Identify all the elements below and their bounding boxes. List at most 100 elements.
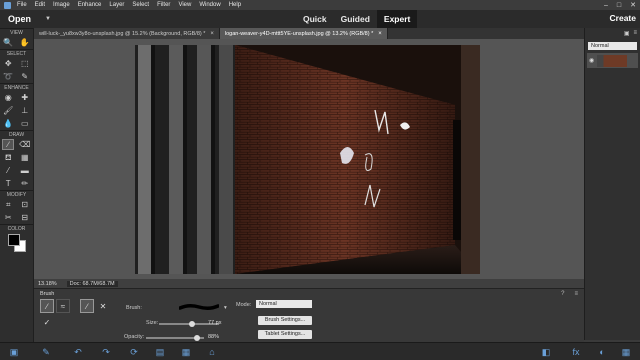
brush-mode-normal-icon[interactable]: ∕ xyxy=(80,299,94,313)
hand-tool-icon[interactable]: ✋ xyxy=(19,37,31,48)
lasso-tool-icon[interactable]: ➰ xyxy=(2,71,14,82)
marquee-tool-icon[interactable]: ⬚ xyxy=(19,58,31,69)
tab-label: will-luck-_yu8xw3y8o-unsplash.jpg @ 15.2… xyxy=(39,30,206,37)
canvas-area[interactable] xyxy=(34,39,584,279)
opacity-slider-knob[interactable] xyxy=(194,335,201,341)
recompose-tool-icon[interactable]: ⊡ xyxy=(19,199,31,210)
brush-label: Brush: xyxy=(126,305,142,311)
color-replacement-brush-icon[interactable]: ✓ xyxy=(40,315,54,329)
red-eye-tool-icon[interactable]: ◉ xyxy=(2,92,14,103)
menu-select[interactable]: Select xyxy=(132,2,149,8)
opacity-value[interactable]: 88% xyxy=(208,334,219,340)
mode-select[interactable]: Normal xyxy=(256,300,312,308)
tab-document-2[interactable]: logan-weaver-y4D-mttt5YE-unsplash.jpg @ … xyxy=(219,28,388,39)
spot-healing-tool-icon[interactable]: ✚ xyxy=(19,92,31,103)
sponge-tool-icon[interactable]: ▭ xyxy=(19,118,31,129)
mode-expert[interactable]: Expert xyxy=(376,10,418,28)
brush-preset-preview[interactable] xyxy=(179,303,219,311)
tool-options-bar: Brush ? ≡ ∕ ≈ ✓ ∕ ✕ Brush: ▾ Size: 77 px… xyxy=(34,288,584,342)
redo-icon[interactable]: ↷ xyxy=(100,346,112,358)
opacity-label: Opacity: xyxy=(124,334,145,340)
layout-icon[interactable]: ▤ xyxy=(154,346,166,358)
content-aware-move-tool-icon[interactable]: ✂ xyxy=(2,212,14,223)
brush-tool-icon[interactable]: ∕ xyxy=(2,139,15,150)
clone-stamp-tool-icon[interactable]: ⊥ xyxy=(19,105,31,116)
move-tool-icon[interactable]: ✥ xyxy=(2,58,14,69)
eyedropper-tool-icon[interactable]: ⁄ xyxy=(2,165,14,176)
quick-selection-tool-icon[interactable]: ✎ xyxy=(19,71,31,82)
size-value[interactable]: 77 px xyxy=(208,320,221,326)
size-label: Size: xyxy=(146,320,159,326)
more-icon[interactable]: ▦ xyxy=(620,346,632,358)
brush-picker-caret-icon[interactable]: ▾ xyxy=(224,305,227,311)
impressionist-brush-icon[interactable]: ≈ xyxy=(56,299,70,313)
section-select: SELECT xyxy=(0,49,33,57)
tool-options-title: Brush xyxy=(40,291,55,297)
custom-shape-tool-icon[interactable]: ▬ xyxy=(19,165,31,176)
blur-tool-icon[interactable]: 💧 xyxy=(2,118,14,129)
menu-filter[interactable]: Filter xyxy=(157,2,170,8)
effects-fx-icon[interactable]: fx xyxy=(570,346,582,358)
create-button[interactable]: Create xyxy=(610,13,636,23)
crop-tool-icon[interactable]: ⌗ xyxy=(2,199,14,210)
close-tab-icon[interactable]: × xyxy=(210,31,214,37)
layer-row[interactable]: ◉ xyxy=(587,53,638,68)
menu-image[interactable]: Image xyxy=(53,2,70,8)
maximize-button[interactable]: □ xyxy=(617,2,621,9)
panel-menu-icon[interactable]: ≡ xyxy=(633,30,637,38)
airbrush-icon[interactable]: ✕ xyxy=(96,299,110,313)
undo-icon[interactable]: ↶ xyxy=(72,346,84,358)
document-photo[interactable] xyxy=(135,45,480,274)
minimize-button[interactable]: – xyxy=(604,2,608,9)
layers-panel-toolbar: ▣ ≡ xyxy=(585,28,640,40)
brush-tool-option-icon[interactable]: ∕ xyxy=(40,299,54,313)
filters-icon[interactable]: ◐ xyxy=(596,346,608,358)
zoom-level[interactable]: 13.18% xyxy=(38,281,57,287)
mode-quick[interactable]: Quick xyxy=(296,10,334,28)
close-tab-icon[interactable]: × xyxy=(378,31,382,37)
mode-guided[interactable]: Guided xyxy=(334,10,377,28)
app-logo-icon xyxy=(4,1,11,9)
menu-view[interactable]: View xyxy=(178,2,191,8)
section-modify: MODIFY xyxy=(0,190,33,198)
document-size: Doc: 68.7M/68.7M xyxy=(66,280,118,287)
menu-file[interactable]: File xyxy=(17,2,27,8)
organizer-icon[interactable]: ▦ xyxy=(180,346,192,358)
paint-bucket-tool-icon[interactable]: ⛾ xyxy=(2,152,14,163)
menu-enhance[interactable]: Enhance xyxy=(78,2,102,8)
photo-bin-icon[interactable]: ▣ xyxy=(8,346,20,358)
blend-mode-select[interactable]: Normal xyxy=(588,42,637,50)
eye-icon[interactable]: ◉ xyxy=(589,57,594,64)
pencil-tool-icon[interactable]: ✏ xyxy=(19,178,31,189)
tablet-settings-button[interactable]: Tablet Settings... xyxy=(258,330,312,339)
opacity-slider[interactable] xyxy=(146,335,204,341)
open-button[interactable]: Open xyxy=(8,14,31,24)
menu-bar: File Edit Image Enhance Layer Select Fil… xyxy=(0,0,640,10)
menu-window[interactable]: Window xyxy=(199,2,220,8)
section-view: VIEW xyxy=(0,28,33,36)
zoom-tool-icon[interactable]: 🔍 xyxy=(2,37,14,48)
smart-brush-tool-icon[interactable]: 🖌 xyxy=(2,105,14,116)
section-color: COLOR xyxy=(0,224,33,232)
eraser-tool-icon[interactable]: ⌫ xyxy=(19,139,31,150)
help-icon[interactable]: ? xyxy=(561,291,564,297)
tool-options-icon[interactable]: ✎ xyxy=(40,346,52,358)
options-menu-icon[interactable]: ≡ xyxy=(574,291,578,297)
close-window-button[interactable]: ✕ xyxy=(630,1,636,9)
gradient-tool-icon[interactable]: ▦ xyxy=(19,152,31,163)
new-layer-icon[interactable]: ▣ xyxy=(624,30,630,38)
foreground-color-swatch[interactable] xyxy=(8,234,20,246)
color-swatches[interactable] xyxy=(0,232,33,254)
menu-edit[interactable]: Edit xyxy=(35,2,45,8)
rotate-icon[interactable]: ⟳ xyxy=(128,346,140,358)
menu-layer[interactable]: Layer xyxy=(109,2,124,8)
size-slider-knob[interactable] xyxy=(189,321,195,327)
tab-document-1[interactable]: will-luck-_yu8xw3y8o-unsplash.jpg @ 15.2… xyxy=(34,28,220,39)
open-dropdown-caret-icon[interactable]: ▼ xyxy=(45,16,51,22)
straighten-tool-icon[interactable]: ⊟ xyxy=(19,212,31,223)
type-tool-icon[interactable]: T xyxy=(2,178,14,189)
menu-help[interactable]: Help xyxy=(229,2,241,8)
brush-settings-button[interactable]: Brush Settings... xyxy=(258,316,312,325)
layers-icon[interactable]: ◧ xyxy=(540,346,552,358)
home-screen-icon[interactable]: ⌂ xyxy=(206,346,218,358)
